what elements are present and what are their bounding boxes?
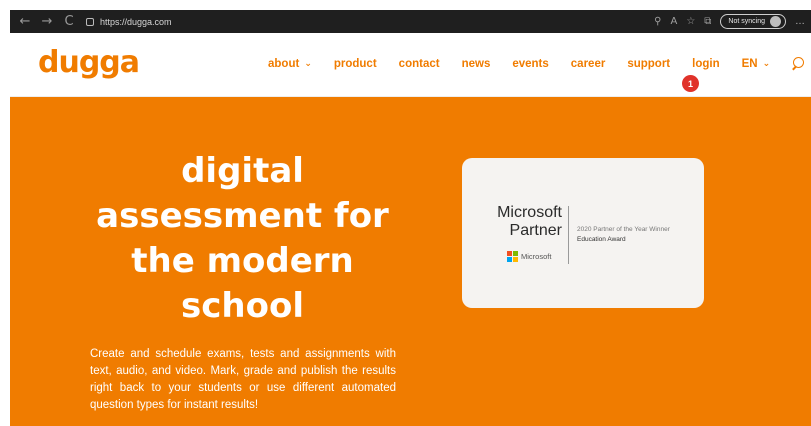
hero-description: Create and schedule exams, tests and ass… [90, 348, 396, 411]
partner-wordmark: Microsoft Partner [482, 204, 562, 240]
nav-item-events[interactable]: events [512, 58, 548, 70]
nav-label: support [627, 58, 671, 70]
url-text[interactable]: https://dugga.com [100, 17, 172, 27]
hero-title: digital assessment for the modern school [85, 149, 400, 329]
nav-item-news[interactable]: news [462, 58, 491, 70]
award-category: Education Award [577, 236, 626, 243]
dugga-logo[interactable]: dugga [38, 45, 140, 80]
nav-label: login [692, 58, 720, 70]
chevron-down-icon: ⌄ [304, 59, 312, 69]
hero-section: digital assessment for the modern school Cr… [10, 97, 811, 426]
nav-label: product [333, 58, 377, 70]
nav-label: career [570, 58, 606, 70]
nav-item-support[interactable]: support [627, 58, 670, 70]
forward-icon[interactable]: → [36, 14, 58, 29]
award-title: 2020 Partner of the Year Winner [577, 226, 670, 233]
search-icon[interactable] [792, 57, 806, 71]
microsoft-logo: Microsoft [507, 251, 551, 262]
browser-toolbar: ← → C https://dugga.com ⚲ A ☆ ⧉ Not sync… [10, 10, 811, 33]
microsoft-square [507, 251, 512, 256]
microsoft-square [513, 251, 518, 256]
microsoft-squares-icon [507, 251, 518, 262]
nav-label: about [268, 58, 300, 70]
microsoft-square [513, 257, 518, 262]
back-icon[interactable]: ← [14, 14, 36, 29]
more-icon[interactable]: … [795, 16, 805, 27]
collections-icon[interactable]: ⧉ [704, 16, 711, 27]
nav-item-contact[interactable]: contact [399, 58, 440, 70]
microsoft-logo-text: Microsoft [521, 252, 552, 261]
nav-item-career[interactable]: career [571, 58, 606, 70]
partner-line-1: Microsoft [497, 204, 562, 221]
lock-icon [86, 17, 94, 26]
address-bar[interactable]: https://dugga.com [86, 10, 172, 33]
microsoft-square [507, 257, 512, 262]
nav-item-en[interactable]: EN ⌄ [742, 58, 771, 70]
nav-label: EN [741, 58, 758, 70]
hero-title-line: assessment for [96, 196, 389, 236]
award-text: 2020 Partner of the Year Winner Educatio… [577, 225, 670, 245]
profile-avatar [770, 16, 781, 27]
chevron-down-icon: ⌄ [762, 59, 771, 69]
sync-label: Not syncing [728, 18, 765, 25]
read-aloud-icon[interactable]: A [670, 16, 677, 27]
hero-title-line: the modern [131, 241, 354, 281]
partner-line-2: Partner [509, 222, 562, 239]
nav-label: news [461, 58, 491, 70]
reload-icon[interactable]: C [58, 14, 80, 29]
main-nav: about ⌄ product contact news events career supp… [268, 57, 806, 71]
nav-label: events [512, 58, 549, 70]
favorite-icon[interactable]: ☆ [686, 16, 695, 27]
sync-button[interactable]: Not syncing [720, 14, 786, 29]
zoom-icon[interactable]: ⚲ [654, 16, 661, 27]
microsoft-partner-badge: Microsoft Partner Microsoft 2020 Partner… [462, 158, 704, 308]
badge-divider [568, 206, 569, 264]
annotation-marker: 1 [682, 75, 699, 92]
nav-item-login[interactable]: login [692, 58, 719, 70]
nav-item-about[interactable]: about ⌄ [268, 58, 312, 70]
hero-title-line: school [181, 286, 304, 326]
hero-title-line: digital [181, 151, 304, 191]
nav-item-product[interactable]: product [334, 58, 377, 70]
nav-label: contact [398, 58, 440, 70]
